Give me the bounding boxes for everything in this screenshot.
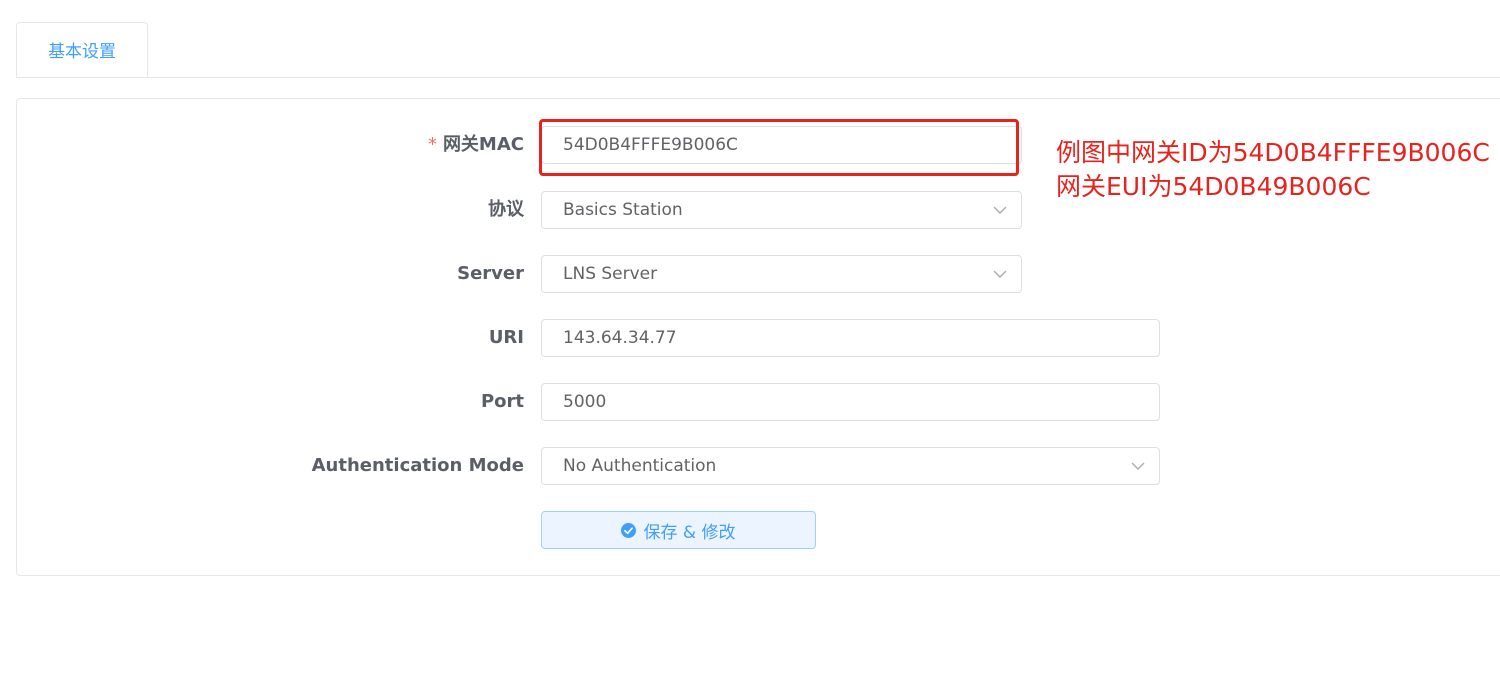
port-input[interactable] <box>541 383 1160 421</box>
annotation-line-1: 例图中网关ID为54D0B4FFFE9B006C <box>1056 138 1490 167</box>
required-mark: * <box>427 134 437 155</box>
tab-basic-settings[interactable]: 基本设置 <box>16 22 148 77</box>
annotation-text: 例图中网关ID为54D0B4FFFE9B006C 网关EUI为54D0B49B0… <box>1056 136 1490 204</box>
annotation-line-2: 网关EUI为54D0B49B006C <box>1056 172 1371 201</box>
uri-label: URI <box>488 327 524 348</box>
port-label: Port <box>480 391 524 412</box>
uri-row: URI <box>0 319 1500 357</box>
auth-mode-label: Authentication Mode <box>311 455 524 476</box>
server-value: LNS Server <box>563 264 658 284</box>
gateway-mac-input[interactable] <box>541 126 1022 164</box>
auth-mode-value: No Authentication <box>563 456 717 476</box>
save-button-label: 保存 & 修改 <box>643 522 736 543</box>
chevron-down-icon <box>993 206 1007 214</box>
gateway-mac-label-text: 网关MAC <box>442 134 524 155</box>
chevron-down-icon <box>993 270 1007 278</box>
server-row: Server LNS Server <box>0 255 1500 293</box>
server-select[interactable]: LNS Server <box>541 255 1022 293</box>
protocol-select[interactable]: Basics Station <box>541 191 1022 229</box>
chevron-down-icon <box>1131 462 1145 470</box>
check-circle-icon <box>621 522 637 538</box>
tabs-bar: 基本设置 <box>16 22 1500 78</box>
save-button[interactable]: 保存 & 修改 <box>541 511 816 549</box>
server-label: Server <box>457 263 524 284</box>
auth-mode-row: Authentication Mode No Authentication <box>0 447 1500 485</box>
auth-mode-select[interactable]: No Authentication <box>541 447 1160 485</box>
protocol-label: 协议 <box>488 199 524 220</box>
gateway-mac-label: * 网关MAC <box>428 126 524 164</box>
port-row: Port <box>0 383 1500 421</box>
uri-input[interactable] <box>541 319 1160 357</box>
protocol-value: Basics Station <box>563 200 683 220</box>
